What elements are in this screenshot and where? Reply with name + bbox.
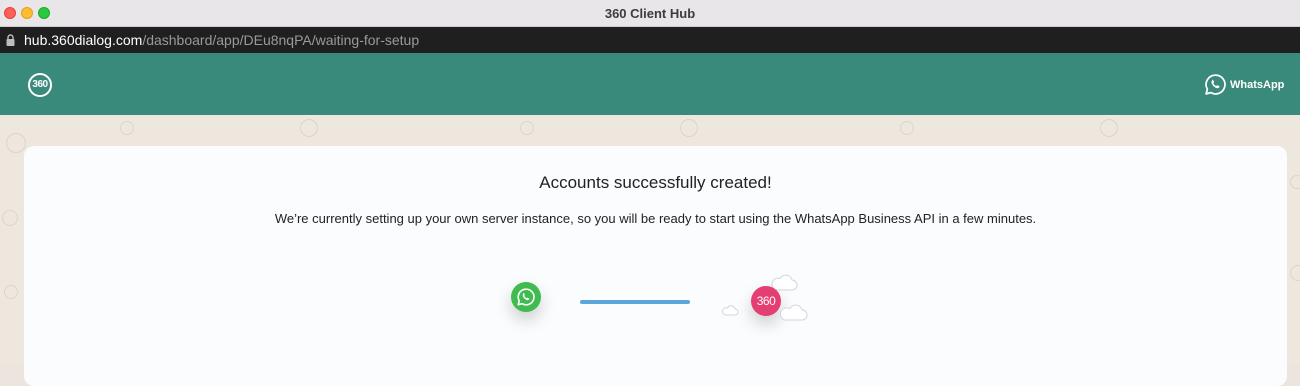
- whatsapp-circle-icon: [511, 282, 541, 312]
- background-doodle: [120, 121, 134, 135]
- background-doodle: [1100, 119, 1118, 137]
- background-doodle: [520, 121, 534, 135]
- background-doodle: [4, 285, 18, 299]
- window-titlebar: 360 Client Hub: [0, 0, 1300, 27]
- 360-logo[interactable]: 360: [28, 73, 52, 97]
- background-doodle: [900, 121, 914, 135]
- whatsapp-icon: [517, 288, 535, 306]
- background-doodle: [6, 133, 26, 153]
- background-doodle: [300, 119, 318, 137]
- window-title: 360 Client Hub: [604, 6, 696, 21]
- lock-icon: [6, 34, 15, 46]
- url-text[interactable]: hub.360dialog.com/dashboard/app/DEu8nqPA…: [24, 32, 419, 48]
- whatsapp-icon: [1205, 74, 1226, 95]
- app-header: 360 WhatsApp: [0, 53, 1300, 115]
- background-doodle: [2, 210, 18, 226]
- url-path: /dashboard/app/DEu8nqPA/waiting-for-setu…: [142, 32, 420, 48]
- setup-description: We’re currently setting up your own serv…: [274, 211, 1037, 226]
- cloud-icon: [780, 304, 808, 321]
- url-host: hub.360dialog.com: [24, 32, 143, 48]
- background-doodle: [1290, 265, 1300, 281]
- address-bar[interactable]: hub.360dialog.com/dashboard/app/DEu8nqPA…: [0, 27, 1300, 53]
- whatsapp-label: WhatsApp: [1230, 78, 1285, 91]
- page-title: Accounts successfully created!: [539, 173, 772, 192]
- cloud-icon: [722, 305, 739, 316]
- whatsapp-brand: WhatsApp: [1204, 73, 1284, 96]
- setup-progress-bar: [580, 300, 690, 304]
- 360-hub-icon: 360: [751, 286, 781, 316]
- setup-card: Accounts successfully created! We’re cur…: [24, 146, 1287, 386]
- background-doodle: [680, 119, 698, 137]
- background-doodle: [1290, 175, 1300, 189]
